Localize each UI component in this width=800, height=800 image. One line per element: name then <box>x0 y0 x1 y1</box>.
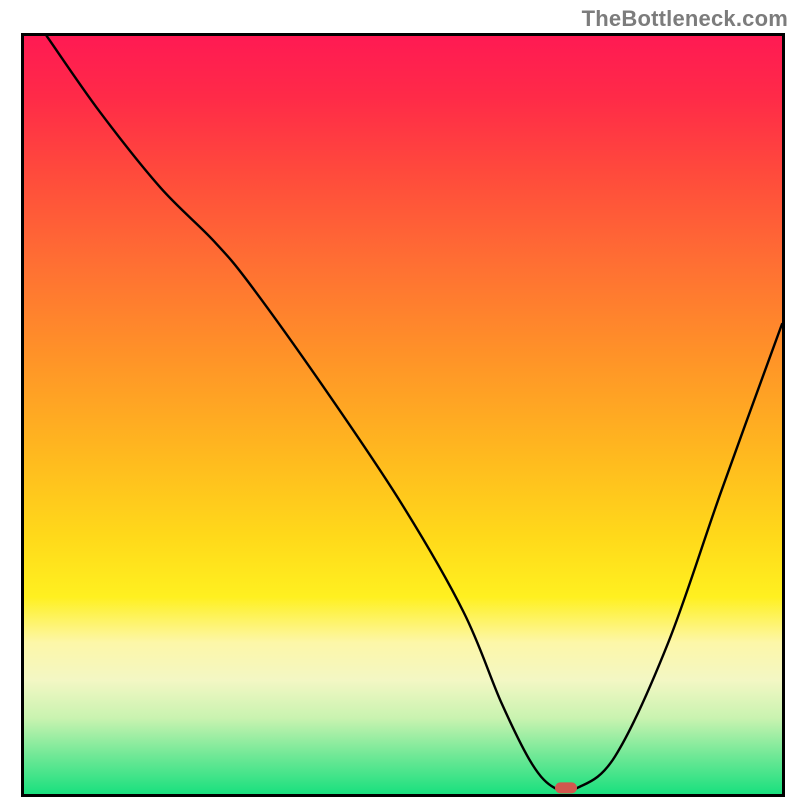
bottleneck-curve <box>47 36 782 791</box>
optimal-marker <box>555 782 577 793</box>
curve-layer <box>24 36 782 794</box>
plot-area <box>21 33 785 797</box>
watermark-text: TheBottleneck.com <box>582 6 788 32</box>
chart-stage: TheBottleneck.com <box>0 0 800 800</box>
